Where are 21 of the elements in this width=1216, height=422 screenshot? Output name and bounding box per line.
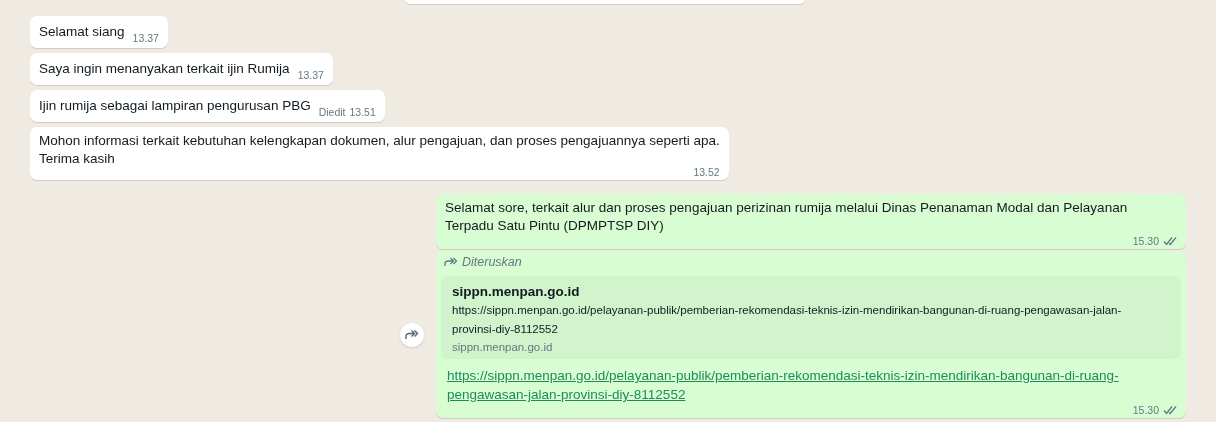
message-time: 13.37 <box>297 69 324 81</box>
message-text: Mohon informasi terkait kebutuhan kelengkapan dokumen, alur pengajuan, dan proses pengajuannya seperti apa. Terima kasih <box>39 132 720 168</box>
forward-icon <box>405 329 419 340</box>
forwarded-label: Diteruskan <box>462 255 522 269</box>
edited-label: Diedit <box>318 106 346 118</box>
preview-title: sippn.menpan.go.id <box>452 284 581 299</box>
preview-domain: sippn.menpan.go.id <box>452 341 554 353</box>
message-text: Ijin rumija sebagai lampiran pengurusan PBG <box>39 97 311 115</box>
message-text: Selamat siang <box>39 23 125 41</box>
preview-description: https://sippn.menpan.go.id/pelayanan-publik/pemberian-rekomendasi-teknis-izin-mendirikan-bangunan-di-ruang-pengawasan-jalan-provinsi-diy-8112552 <box>452 303 1123 337</box>
message-text: Saya ingin menanyakan terkait ijin Rumija <box>39 60 290 78</box>
message-text: Selamat sore, terkait alur dan proses pengajuan perizinan rumija melalui Dinas Penanaman Modal dan Pelayanan Terpadu Satu Pintu (DPMPTSP DIY) <box>445 199 1129 235</box>
message-time: 13.51 <box>349 106 376 118</box>
message-time: 13.37 <box>132 32 159 44</box>
forward-button[interactable] <box>400 322 424 347</box>
message-time: 15.30 <box>1132 404 1159 416</box>
message-time: 15.30 <box>1132 235 1159 247</box>
forward-icon <box>444 257 458 267</box>
message-time: 13.52 <box>693 166 720 178</box>
message-link[interactable]: https://sippn.menpan.go.id/pelayanan-publik/pemberian-rekomendasi-teknis-izin-mendirikan-bangunan-di-ruang-pengawasan-jalan-provinsi-diy-8112552 <box>441 361 1181 404</box>
link-preview[interactable]: sippn.menpan.go.id https://sippn.menpan.go.id/pelayanan-publik/pemberian-rekomendasi-teknis-izin-mendirikan-bangunan-di-ruang-pengawasan-jalan-provinsi-diy-8112552 sippn.menpan.go.id <box>441 276 1181 359</box>
